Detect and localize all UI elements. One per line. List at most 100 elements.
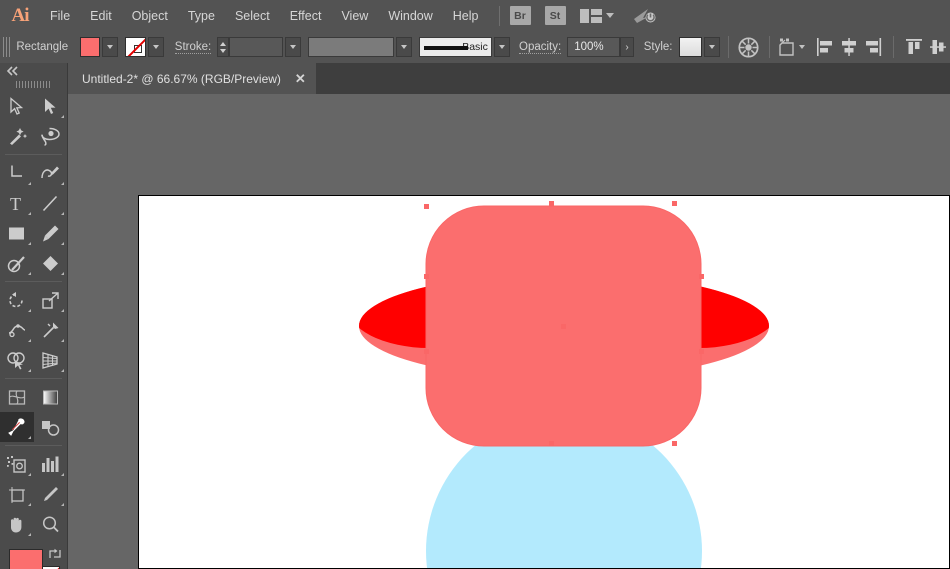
artboard-tool[interactable] <box>0 479 34 509</box>
rectangle-tool[interactable] <box>0 218 34 248</box>
symbol-sprayer-tool[interactable] <box>0 449 34 479</box>
stroke-weight-label: Stroke: <box>174 40 212 54</box>
type-tool[interactable]: T <box>0 188 34 218</box>
anchor-point[interactable] <box>424 274 429 279</box>
brush-definition-field[interactable]: Basic <box>419 37 492 57</box>
brush-definition-dropdown-button[interactable] <box>493 37 510 57</box>
shape-builder-tool[interactable] <box>0 345 34 375</box>
paintbrush-tool[interactable] <box>34 218 68 248</box>
align-center-horizontal-button[interactable] <box>837 35 861 59</box>
anchor-point[interactable] <box>424 349 429 354</box>
stroke-weight-dropdown-button[interactable] <box>284 37 301 57</box>
sync-settings-button[interactable] <box>632 6 660 26</box>
blend-tool[interactable] <box>34 412 68 442</box>
anchor-point[interactable] <box>699 274 704 279</box>
anchor-point[interactable] <box>672 441 677 446</box>
app-logo: Ai <box>11 4 30 26</box>
slice-knife-icon <box>43 486 58 501</box>
anchor-point[interactable] <box>549 201 554 206</box>
menu-type[interactable]: Type <box>178 0 225 31</box>
center-point <box>561 324 566 329</box>
rotate-tool[interactable] <box>0 285 34 315</box>
anchor-point[interactable] <box>549 441 554 446</box>
curvature-tool[interactable] <box>34 158 68 188</box>
transform-icon <box>779 38 795 56</box>
scale-tool[interactable] <box>34 285 68 315</box>
anchor-point[interactable] <box>699 349 704 354</box>
gradient-icon <box>42 390 58 404</box>
tool-row <box>0 479 67 509</box>
stroke-weight-stepper[interactable] <box>217 37 230 57</box>
perspective-grid-tool[interactable] <box>34 345 68 375</box>
tool-row <box>0 91 67 121</box>
opacity-input[interactable]: 100% <box>567 37 620 57</box>
fill-color-swatch[interactable] <box>79 37 101 57</box>
pen-tool[interactable] <box>0 158 34 188</box>
menu-file[interactable]: File <box>40 0 80 31</box>
eyedropper-tool[interactable] <box>0 412 34 442</box>
stroke-color-swatch[interactable] <box>125 37 146 57</box>
control-bar-divider-1 <box>727 36 729 58</box>
canvas-area[interactable] <box>68 94 950 569</box>
control-bar-grip[interactable] <box>3 37 12 57</box>
free-transform-tool[interactable] <box>34 315 68 345</box>
arrange-documents-button[interactable] <box>579 8 614 23</box>
tool-row: T <box>0 188 67 218</box>
opacity-options-button[interactable]: › <box>619 37 635 57</box>
menu-select[interactable]: Select <box>225 0 280 31</box>
line-segment-tool[interactable] <box>34 188 68 218</box>
hand-tool[interactable] <box>0 509 34 539</box>
swap-fill-stroke-button[interactable] <box>48 547 62 561</box>
gradient-tool[interactable] <box>34 382 68 412</box>
lasso-tool[interactable] <box>34 121 68 151</box>
graphic-style-swatch[interactable] <box>678 37 702 57</box>
stock-button[interactable]: St <box>544 6 566 25</box>
anchor-point[interactable] <box>672 201 677 206</box>
align-left-button[interactable] <box>813 35 837 59</box>
align-right-button[interactable] <box>861 35 885 59</box>
artboard-icon <box>8 486 25 503</box>
shaper-tool[interactable] <box>0 248 34 278</box>
graphic-style-dropdown-button[interactable] <box>703 37 720 57</box>
tool-row <box>0 412 67 442</box>
stroke-weight-input[interactable] <box>229 37 283 57</box>
menu-help[interactable]: Help <box>443 0 489 31</box>
align-top-button[interactable] <box>902 35 926 59</box>
menu-effect[interactable]: Effect <box>280 0 332 31</box>
scale-icon <box>42 291 59 309</box>
stroke-profile-dropdown-button[interactable] <box>396 37 413 57</box>
selection-tool[interactable] <box>0 91 34 121</box>
menu-view[interactable]: View <box>331 0 378 31</box>
zoom-tool[interactable] <box>34 509 68 539</box>
illustrator-window: Ai File Edit Object Type Select Effect V… <box>0 0 950 569</box>
direct-selection-arrow-icon <box>44 98 56 114</box>
artboard[interactable] <box>138 195 950 569</box>
close-icon[interactable]: ✕ <box>295 71 306 87</box>
magic-wand-tool[interactable] <box>0 121 34 151</box>
bridge-button[interactable]: Br <box>509 6 531 25</box>
tools-panel-grip[interactable] <box>0 78 67 91</box>
menu-edit[interactable]: Edit <box>80 0 122 31</box>
tools-panel-collapse-button[interactable] <box>0 63 67 78</box>
document-tab[interactable]: Untitled-2* @ 66.67% (RGB/Preview) ✕ <box>68 63 316 94</box>
lasso-icon <box>41 127 60 146</box>
slice-tool[interactable] <box>34 479 68 509</box>
menu-window[interactable]: Window <box>378 0 442 31</box>
fill-dropdown-button[interactable] <box>102 37 118 57</box>
transform-button[interactable] <box>777 37 806 58</box>
rotate-icon <box>9 291 24 307</box>
width-tool[interactable] <box>0 315 34 345</box>
stroke-dropdown-button[interactable] <box>147 37 164 57</box>
eraser-tool[interactable] <box>34 248 68 278</box>
direct-selection-tool[interactable] <box>34 91 68 121</box>
column-graph-tool[interactable] <box>34 449 68 479</box>
recolor-artwork-button[interactable] <box>737 35 761 59</box>
mesh-tool[interactable] <box>0 382 34 412</box>
arrange-documents-icon <box>579 8 602 23</box>
stroke-profile-input[interactable] <box>308 37 395 57</box>
toolbar-fill-swatch[interactable] <box>9 549 43 569</box>
menu-object[interactable]: Object <box>122 0 178 31</box>
width-icon <box>8 323 25 337</box>
anchor-point[interactable] <box>424 204 429 209</box>
align-center-vertical-button[interactable] <box>926 35 950 59</box>
